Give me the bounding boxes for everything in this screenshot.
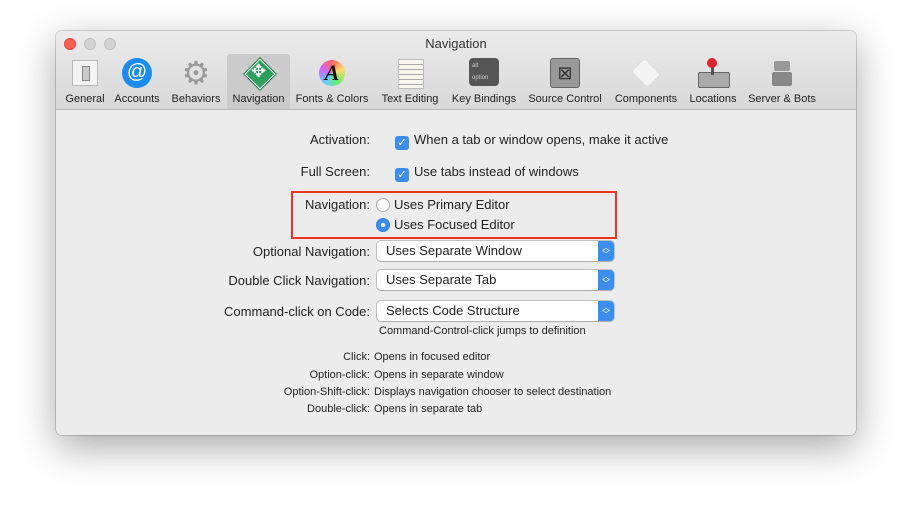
double-click-navigation-label: Double Click Navigation:	[228, 273, 370, 288]
safe-icon: ⊠	[550, 58, 580, 88]
tab-accounts[interactable]: @ Accounts	[110, 54, 164, 109]
gear-icon: ⚙	[181, 55, 211, 91]
summary-label: Click:	[343, 351, 370, 363]
robot-icon	[767, 58, 797, 88]
tab-locations[interactable]: Locations	[684, 54, 742, 109]
summary-label: Option-Shift-click:	[283, 386, 370, 398]
full-screen-label: Full Screen:	[300, 164, 370, 179]
tab-key-bindings[interactable]: alt option Key Bindings	[446, 54, 522, 109]
notepad-pencil-icon	[395, 58, 425, 89]
full-screen-checkbox[interactable]: ✓ Use tabs instead of windows	[395, 164, 579, 182]
chevron-updown-icon: ︿ ﹀	[598, 301, 614, 321]
cube-icon	[631, 58, 661, 88]
command-click-hint: Command-Control-click jumps to definitio…	[379, 325, 586, 337]
summary-value: Opens in separate tab	[374, 403, 483, 415]
radio-focused-editor[interactable]: Uses Focused Editor	[376, 217, 515, 232]
navigation-label: Navigation:	[304, 197, 370, 212]
command-click-label: Command-click on Code:	[224, 304, 370, 319]
tab-source-control[interactable]: ⊠ Source Control	[522, 54, 608, 109]
summary-value: Opens in separate window	[374, 369, 504, 381]
tab-general[interactable]: General	[60, 54, 110, 109]
hard-drive-joystick-icon	[698, 58, 730, 88]
navigation-arrows-icon: ✥	[243, 58, 276, 90]
optional-navigation-popup[interactable]: Uses Separate Window ︿ ﹀	[377, 241, 614, 261]
optional-navigation-label: Optional Navigation:	[252, 244, 370, 259]
summary-label: Double-click:	[307, 403, 370, 415]
summary-value: Displays navigation chooser to select de…	[374, 386, 612, 398]
checkmark-icon: ✓	[395, 168, 409, 182]
summary-label: Option-click:	[309, 369, 370, 381]
tab-fonts-colors[interactable]: A Fonts & Colors	[290, 54, 374, 109]
tab-components[interactable]: Components	[608, 54, 684, 109]
option-key-icon: alt option	[469, 58, 499, 88]
title-toolbar: Navigation General @ Accounts ⚙ Behavior…	[56, 31, 856, 110]
activation-label: Activation:	[310, 132, 370, 147]
general-switch-icon	[70, 58, 100, 88]
font-color-wheel-icon: A	[317, 58, 347, 88]
tab-server-bots[interactable]: Server & Bots	[742, 54, 822, 109]
double-click-navigation-popup[interactable]: Uses Separate Tab ︿ ﹀	[377, 270, 614, 290]
chevron-updown-icon: ︿ ﹀	[598, 270, 614, 290]
at-sign-icon: @	[122, 58, 152, 88]
window-title: Navigation	[425, 36, 487, 51]
tab-text-editing[interactable]: Text Editing	[374, 54, 446, 109]
preferences-window: Navigation General @ Accounts ⚙ Behavior…	[56, 31, 856, 435]
command-click-popup[interactable]: Selects Code Structure ︿ ﹀	[377, 301, 614, 321]
radio-primary-editor[interactable]: Uses Primary Editor	[376, 197, 510, 212]
tab-navigation[interactable]: ✥ Navigation	[227, 54, 290, 109]
activation-checkbox[interactable]: ✓ When a tab or window opens, make it act…	[395, 132, 668, 150]
tab-behaviors[interactable]: ⚙ Behaviors	[166, 54, 226, 109]
checkmark-icon: ✓	[395, 136, 409, 150]
chevron-updown-icon: ︿ ﹀	[598, 241, 614, 261]
summary-value: Opens in focused editor	[374, 351, 491, 363]
